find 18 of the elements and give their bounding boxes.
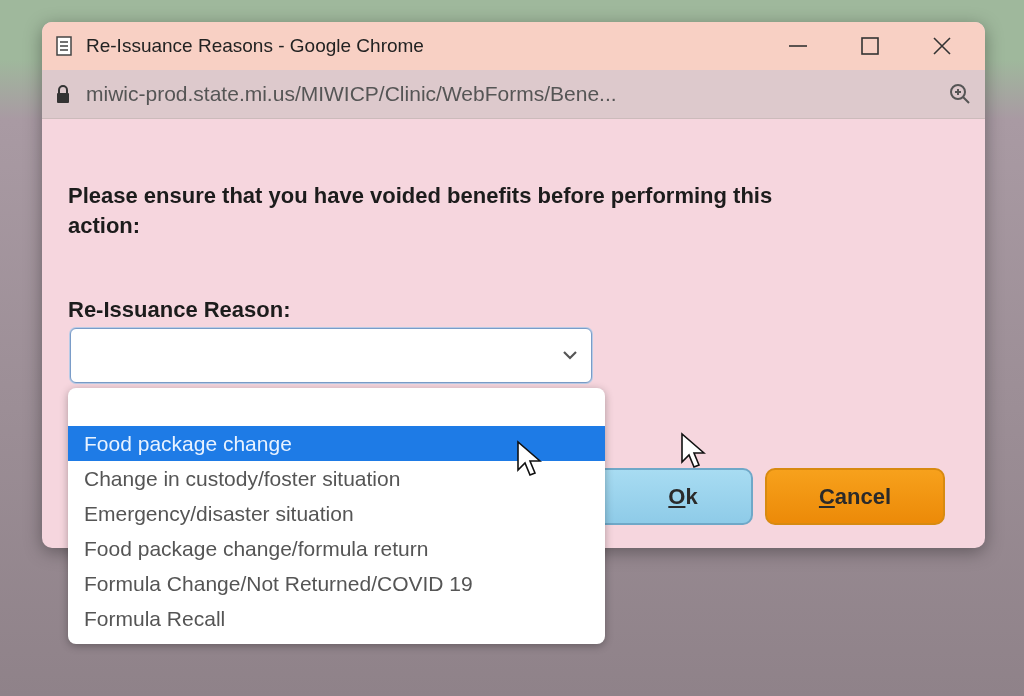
zoom-icon[interactable] xyxy=(949,83,971,105)
field-label: Re-Issuance Reason: xyxy=(68,297,292,323)
cancel-button[interactable]: Cancel xyxy=(765,468,945,525)
reason-select[interactable] xyxy=(70,328,592,383)
chevron-down-icon xyxy=(563,351,577,360)
page-url: miwic-prod.state.mi.us/MIWICP/Clinic/WebForms/Bene... xyxy=(86,82,618,106)
dropdown-option[interactable]: Food package change xyxy=(68,426,605,461)
close-icon[interactable] xyxy=(933,37,951,55)
cursor-icon xyxy=(516,440,542,478)
window-title: Re-Issuance Reasons - Google Chrome xyxy=(86,35,425,57)
dropdown-option[interactable]: Formula Change/Not Returned/COVID 19 xyxy=(68,566,605,601)
lock-icon xyxy=(56,85,70,103)
page-icon xyxy=(56,36,72,56)
maximize-icon[interactable] xyxy=(861,37,879,55)
dropdown-option[interactable]: Formula Recall xyxy=(68,601,605,636)
cursor-icon xyxy=(680,432,706,470)
dropdown-option[interactable]: Food package change/formula return xyxy=(68,531,605,566)
warning-message: Please ensure that you have voided benefits before performing this action: xyxy=(68,182,774,240)
